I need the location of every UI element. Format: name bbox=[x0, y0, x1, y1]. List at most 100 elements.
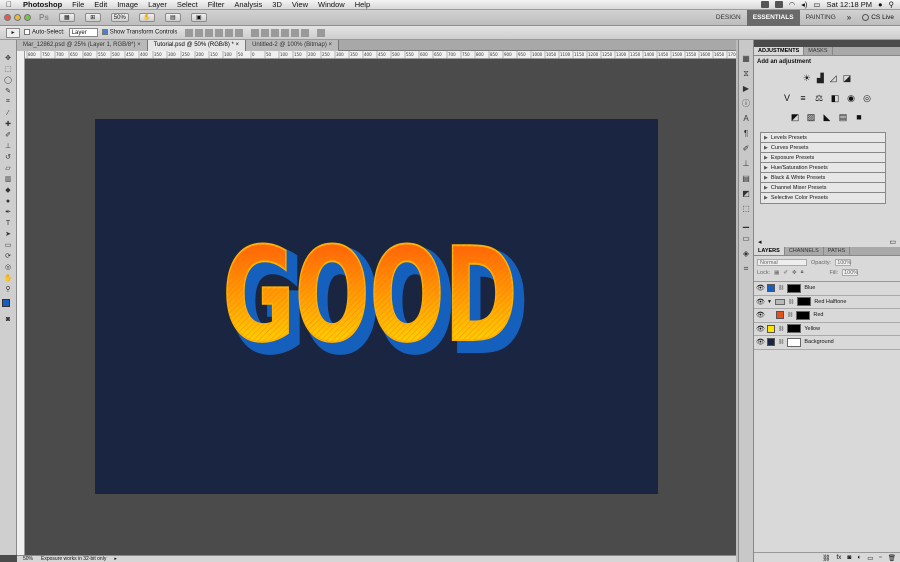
quick-mask-icon[interactable]: ◙ bbox=[3, 315, 14, 323]
vibrance-icon[interactable]: V bbox=[782, 93, 792, 103]
threshold-icon[interactable]: ◣ bbox=[822, 112, 832, 122]
layer-mask-thumbnail[interactable] bbox=[787, 283, 802, 293]
3d-rotate-tool-icon[interactable]: ⟳ bbox=[3, 252, 14, 260]
tab-channels[interactable]: CHANNELS bbox=[785, 247, 824, 255]
menu-select[interactable]: Select bbox=[172, 0, 203, 9]
pen-tool-icon[interactable]: ✒ bbox=[3, 208, 14, 216]
hand-tool-button[interactable]: ✋ bbox=[138, 13, 155, 22]
tab-masks[interactable]: MASKS bbox=[804, 47, 833, 55]
launch-bridge-button[interactable]: ▦ bbox=[58, 13, 75, 22]
layer-row[interactable]: 👁︎ ⛓ Red bbox=[754, 309, 900, 323]
layer-name[interactable]: Yellow bbox=[804, 326, 820, 332]
layer-row[interactable]: 👁︎ ⛓ Yellow bbox=[754, 322, 900, 336]
tab-layers[interactable]: LAYERS bbox=[754, 247, 785, 255]
type-tool-icon[interactable]: T bbox=[3, 219, 14, 227]
layer-row[interactable]: 👁︎ ⛓ Background bbox=[754, 336, 900, 350]
close-window-button[interactable] bbox=[4, 14, 11, 21]
auto-select-dropdown[interactable]: Layer bbox=[68, 28, 98, 37]
clone-stamp-tool-icon[interactable]: ⊥ bbox=[3, 142, 14, 150]
user-icon[interactable]: ● bbox=[878, 0, 883, 9]
show-transform-option[interactable]: Show Transform Controls bbox=[101, 29, 177, 36]
visibility-eye-icon[interactable]: 👁︎ bbox=[756, 338, 765, 346]
photo-filter-icon[interactable]: ◉ bbox=[846, 93, 856, 103]
type-panel-icon[interactable]: A bbox=[741, 114, 751, 123]
status-menu-icon[interactable] bbox=[760, 1, 769, 8]
curves-icon[interactable]: ◿ bbox=[830, 73, 837, 84]
clone-source-icon[interactable]: ⊥ bbox=[741, 159, 751, 168]
document-tab[interactable]: Mar_12862.psd @ 25% (Layer 1, RGB/8*) × bbox=[17, 40, 148, 51]
move-tool-icon[interactable]: ✥ bbox=[3, 54, 14, 62]
battery-icon[interactable]: ▭ bbox=[813, 0, 820, 9]
blend-mode-select[interactable]: Normal bbox=[757, 259, 807, 266]
lock-position-icon[interactable]: ✥ bbox=[792, 270, 797, 276]
invert-icon[interactable]: ◩ bbox=[790, 112, 800, 122]
info-icon[interactable]: ⓘ bbox=[741, 99, 751, 108]
opacity-field[interactable]: 100% bbox=[835, 259, 851, 266]
document-canvas[interactable]: GOOD GOOD GOOD bbox=[95, 119, 658, 494]
menu-app-name[interactable]: Photoshop bbox=[18, 0, 67, 9]
healing-brush-tool-icon[interactable]: ✚ bbox=[3, 120, 14, 128]
distribute-right-icon[interactable] bbox=[301, 28, 310, 37]
channel-mixer-icon[interactable]: ◎ bbox=[862, 93, 872, 103]
posterize-icon[interactable]: ▨ bbox=[806, 112, 816, 122]
measurement-icon[interactable]: ⌗ bbox=[741, 264, 751, 273]
apple-menu-icon[interactable]:  bbox=[0, 0, 18, 9]
document-tab-active[interactable]: Tutorial.psd @ 50% (RGB/8) * × bbox=[147, 40, 247, 51]
menu-layer[interactable]: Layer bbox=[143, 0, 172, 9]
layer-thumbnail[interactable] bbox=[787, 337, 802, 347]
tool-preset-picker[interactable]: ▸ bbox=[6, 27, 20, 38]
workspace-painting[interactable]: PAINTING bbox=[800, 10, 842, 26]
distribute-hcenter-icon[interactable] bbox=[291, 28, 300, 37]
minimize-window-button[interactable] bbox=[14, 14, 21, 21]
tab-paths[interactable]: PATHS bbox=[824, 247, 851, 255]
preset-item[interactable]: ▶ Hue/Saturation Presets bbox=[761, 163, 885, 173]
brush-tool-icon[interactable]: ✐ bbox=[3, 131, 14, 139]
paragraph-icon[interactable]: ¶ bbox=[741, 129, 751, 138]
link-layers-icon[interactable]: ⛓ bbox=[822, 554, 830, 562]
status-menu-arrow-icon[interactable]: ▸ bbox=[114, 556, 117, 562]
clip-to-layer-icon[interactable]: ▭ bbox=[889, 238, 896, 246]
3d-panel-icon[interactable]: ◈ bbox=[741, 249, 751, 258]
eraser-tool-icon[interactable]: ▱ bbox=[3, 164, 14, 172]
preset-item[interactable]: ▶ Channel Mixer Presets bbox=[761, 183, 885, 193]
menu-analysis[interactable]: Analysis bbox=[229, 0, 267, 9]
crop-tool-icon[interactable]: ⌗ bbox=[3, 98, 14, 106]
document-tab[interactable]: Untitled-2 @ 100% (Bitmap) × bbox=[246, 40, 340, 51]
new-group-icon[interactable]: ▭ bbox=[867, 554, 873, 562]
levels-icon[interactable]: ▟ bbox=[817, 73, 824, 84]
blur-tool-icon[interactable]: ◆ bbox=[3, 186, 14, 194]
swatches-icon[interactable]: ▤ bbox=[741, 174, 751, 183]
layer-mask-thumbnail[interactable] bbox=[796, 310, 811, 320]
layer-style-icon[interactable]: fx bbox=[836, 554, 841, 561]
brightness-contrast-icon[interactable]: ☀ bbox=[803, 73, 811, 84]
workspace-essentials[interactable]: ESSENTIALS bbox=[746, 9, 800, 26]
menubar-clock[interactable]: Sat 12:18 PM bbox=[827, 0, 872, 9]
brushes-icon[interactable]: ✐ bbox=[741, 144, 751, 153]
marquee-tool-icon[interactable]: ⬚ bbox=[3, 65, 14, 73]
zoom-level-select[interactable]: 50% bbox=[110, 13, 129, 22]
distribute-vcenter-icon[interactable] bbox=[261, 28, 270, 37]
lock-pixels-icon[interactable]: ✐ bbox=[783, 270, 788, 276]
dodge-tool-icon[interactable]: ● bbox=[3, 197, 14, 205]
menu-help[interactable]: Help bbox=[350, 0, 375, 9]
lock-all-icon[interactable]: 🔒︎ bbox=[801, 269, 804, 276]
layer-name[interactable]: Blue bbox=[804, 285, 815, 291]
tab-adjustments[interactable]: ADJUSTMENTS bbox=[754, 47, 805, 55]
zoom-window-button[interactable] bbox=[24, 14, 31, 21]
preset-item[interactable]: ▶ Levels Presets bbox=[761, 133, 885, 143]
hue-saturation-icon[interactable]: ≡ bbox=[798, 93, 808, 103]
layer-name[interactable]: Red Halftone bbox=[814, 299, 846, 305]
chain-link-icon[interactable]: ⛓ bbox=[778, 285, 784, 291]
status-menu-icon[interactable] bbox=[774, 1, 783, 8]
selective-color-icon[interactable]: ■ bbox=[854, 112, 864, 122]
arrange-documents-button[interactable]: ▤ bbox=[164, 13, 181, 22]
exposure-icon[interactable]: ◪ bbox=[843, 73, 852, 84]
fill-field[interactable]: 100% bbox=[842, 269, 858, 276]
history-icon[interactable]: ⧖ bbox=[741, 69, 751, 78]
preset-item[interactable]: ▶ Exposure Presets bbox=[761, 153, 885, 163]
auto-select-checkbox[interactable] bbox=[24, 29, 30, 36]
align-left-icon[interactable] bbox=[215, 28, 224, 37]
expand-group-icon[interactable]: ▼ bbox=[767, 299, 772, 305]
menu-view[interactable]: View bbox=[287, 0, 313, 9]
notes-icon[interactable]: ▭ bbox=[741, 234, 751, 243]
